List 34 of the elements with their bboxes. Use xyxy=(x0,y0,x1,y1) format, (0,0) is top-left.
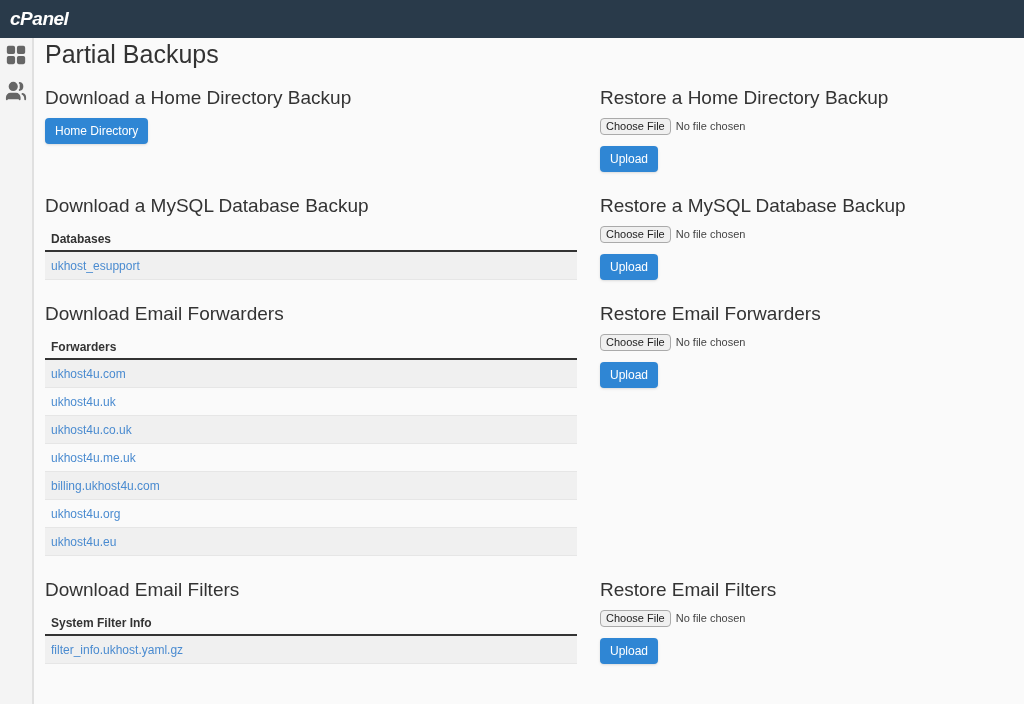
grid-icon[interactable] xyxy=(5,44,27,66)
table-link[interactable]: ukhost_esupport xyxy=(51,256,140,275)
table-link[interactable]: ukhost4u.uk xyxy=(51,392,116,411)
file-status-text: No file chosen xyxy=(675,335,746,351)
table-link[interactable]: billing.ukhost4u.com xyxy=(51,476,160,495)
upload-button[interactable]: Upload xyxy=(600,638,659,664)
file-status-text: No file chosen xyxy=(675,119,746,135)
section-heading: Download Email Forwarders xyxy=(45,302,285,326)
upload-button[interactable]: Upload xyxy=(600,146,659,172)
table-link[interactable]: ukhost4u.co.uk xyxy=(51,420,132,439)
table-link[interactable]: ukhost4u.org xyxy=(51,504,121,523)
users-icon[interactable] xyxy=(5,80,27,102)
table-link[interactable]: ukhost4u.com xyxy=(51,364,126,383)
section-heading: Download a Home Directory Backup xyxy=(45,86,353,110)
table-link[interactable]: ukhost4u.me.uk xyxy=(51,448,136,467)
section-heading: Restore a MySQL Database Backup xyxy=(600,194,907,218)
file-status-text: No file chosen xyxy=(675,227,746,243)
choose-file-button[interactable]: Choose File xyxy=(600,610,671,627)
table-link[interactable]: filter_info.ukhost.yaml.gz xyxy=(51,640,184,659)
home-directory-button[interactable]: Home Directory xyxy=(45,118,149,144)
choose-file-button[interactable]: Choose File xyxy=(600,118,671,135)
section-heading: Download Email Filters xyxy=(45,578,241,602)
file-status-text: No file chosen xyxy=(675,611,746,627)
section-heading: Restore a Home Directory Backup xyxy=(600,86,890,110)
upload-button[interactable]: Upload xyxy=(600,362,659,388)
section-heading: Restore Email Forwarders xyxy=(600,302,822,326)
section-heading: Restore Email Filters xyxy=(600,578,778,602)
logo[interactable]: cPanel xyxy=(10,4,69,34)
table-link[interactable]: ukhost4u.eu xyxy=(51,532,117,551)
choose-file-button[interactable]: Choose File xyxy=(600,226,671,243)
section-heading: Download a MySQL Database Backup xyxy=(45,194,370,218)
page-title: Partial Backups xyxy=(45,40,220,68)
upload-button[interactable]: Upload xyxy=(600,254,659,280)
choose-file-button[interactable]: Choose File xyxy=(600,334,671,351)
